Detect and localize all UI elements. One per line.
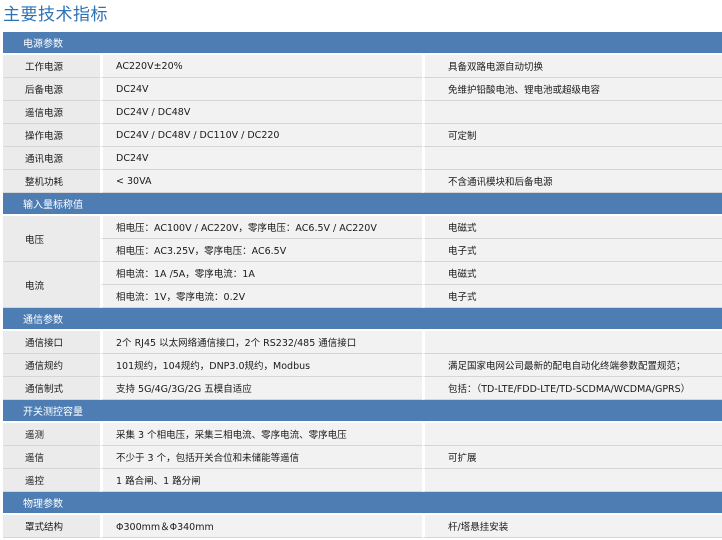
table-row: 整机功耗 < 30VA 不含通讯模块和后备电源 bbox=[3, 170, 722, 193]
table-row: 遥控 1 路合闸、1 路分闸 bbox=[3, 469, 722, 492]
table-row: 遥信电源 DC24V / DC48V bbox=[3, 101, 722, 124]
section-title: 通信参数 bbox=[3, 308, 722, 331]
table-row: 电压 相电压：AC100V / AC220V，零序电压：AC6.5V / AC2… bbox=[3, 216, 722, 262]
param-value: 101规约，104规约，DNP3.0规约，Modbus bbox=[100, 354, 422, 377]
section-title: 输入量标称值 bbox=[3, 193, 722, 216]
param-value: DC24V bbox=[100, 78, 422, 101]
param-value: 1 路合闸、1 路分闸 bbox=[100, 469, 422, 492]
param-note bbox=[422, 469, 722, 492]
param-value: < 30VA bbox=[100, 170, 422, 193]
param-value: 相电流：1A /5A，零序电流：1A bbox=[100, 262, 422, 285]
param-note: 可扩展 bbox=[422, 446, 722, 469]
table-row: 通信规约 101规约，104规约，DNP3.0规约，Modbus 满足国家电网公… bbox=[3, 354, 722, 377]
param-note: 免维护铅酸电池、锂电池或超级电容 bbox=[422, 78, 722, 101]
param-name: 整机功耗 bbox=[3, 170, 100, 193]
param-name: 通信制式 bbox=[3, 377, 100, 400]
table-row: 通讯电源 DC24V bbox=[3, 147, 722, 170]
section-header-input: 输入量标称值 bbox=[3, 193, 722, 216]
param-note: 具备双路电源自动切换 bbox=[422, 55, 722, 78]
param-name: 电压 bbox=[3, 216, 100, 262]
section-header-comm: 通信参数 bbox=[3, 308, 722, 331]
param-name: 遥信电源 bbox=[3, 101, 100, 124]
param-name: 操作电源 bbox=[3, 124, 100, 147]
param-name: 遥控 bbox=[3, 469, 100, 492]
table-row: 通信接口 2个 RJ45 以太网络通信接口，2个 RS232/485 通信接口 bbox=[3, 331, 722, 354]
table-row: 后备电源 DC24V 免维护铅酸电池、锂电池或超级电容 bbox=[3, 78, 722, 101]
table-row: 罩式结构 Φ300mm＆Φ340mm 杆/塔悬挂安装 bbox=[3, 515, 722, 538]
section-title: 电源参数 bbox=[3, 32, 722, 55]
table-row: 遥测 采集 3 个相电压，采集三相电流、零序电流、零序电压 bbox=[3, 423, 722, 446]
spec-table: 电源参数 工作电源 AC220V±20% 具备双路电源自动切换 后备电源 DC2… bbox=[3, 32, 722, 538]
table-row: 操作电源 DC24V / DC48V / DC110V / DC220 可定制 bbox=[3, 124, 722, 147]
param-note bbox=[422, 331, 722, 354]
param-name: 通信接口 bbox=[3, 331, 100, 354]
param-name: 工作电源 bbox=[3, 55, 100, 78]
table-row: 相电流：1V，零序电流：0.2V 电子式 bbox=[3, 285, 722, 308]
param-name: 遥测 bbox=[3, 423, 100, 446]
param-value: DC24V bbox=[100, 147, 422, 170]
param-note bbox=[422, 101, 722, 124]
param-note: 满足国家电网公司最新的配电自动化终端参数配置规范； bbox=[422, 354, 722, 377]
param-value: AC220V±20% bbox=[100, 55, 422, 78]
param-value: 采集 3 个相电压，采集三相电流、零序电流、零序电压 bbox=[100, 423, 422, 446]
table-row: 遥信 不少于 3 个，包括开关合位和未储能等遥信 可扩展 bbox=[3, 446, 722, 469]
param-value: 2个 RJ45 以太网络通信接口，2个 RS232/485 通信接口 bbox=[100, 331, 422, 354]
param-value: 相电压：AC100V / AC220V，零序电压：AC6.5V / AC220V bbox=[100, 216, 422, 239]
param-value: DC24V / DC48V / DC110V / DC220 bbox=[100, 124, 422, 147]
param-name: 罩式结构 bbox=[3, 515, 100, 538]
param-note: 电磁式 bbox=[422, 262, 722, 285]
param-name: 通讯电源 bbox=[3, 147, 100, 170]
param-note: 可定制 bbox=[422, 124, 722, 147]
param-name: 通信规约 bbox=[3, 354, 100, 377]
param-name: 电流 bbox=[3, 262, 100, 308]
table-row: 电流 相电流：1A /5A，零序电流：1A 电磁式 bbox=[3, 262, 722, 308]
param-value: Φ300mm＆Φ340mm bbox=[100, 515, 422, 538]
page-title: 主要技术指标 bbox=[3, 5, 108, 25]
section-title: 开关测控容量 bbox=[3, 400, 722, 423]
param-note: 包括：（TD-LTE/FDD-LTE/TD-SCDMA/WCDMA/GPRS） bbox=[422, 377, 722, 400]
section-header-power: 电源参数 bbox=[3, 32, 722, 55]
param-name: 后备电源 bbox=[3, 78, 100, 101]
table-row: 相电压：AC3.25V，零序电压：AC6.5V 电子式 bbox=[3, 239, 722, 262]
section-header-physical: 物理参数 bbox=[3, 492, 722, 515]
section-header-switch: 开关测控容量 bbox=[3, 400, 722, 423]
param-value: 不少于 3 个，包括开关合位和未储能等遥信 bbox=[100, 446, 422, 469]
param-note bbox=[422, 147, 722, 170]
param-note: 电子式 bbox=[422, 239, 722, 262]
param-value: 支持 5G/4G/3G/2G 五模自适应 bbox=[100, 377, 422, 400]
param-value: DC24V / DC48V bbox=[100, 101, 422, 124]
param-value: 相电流：1V，零序电流：0.2V bbox=[100, 285, 422, 308]
param-note bbox=[422, 423, 722, 446]
param-name: 遥信 bbox=[3, 446, 100, 469]
param-note: 电磁式 bbox=[422, 216, 722, 239]
table-row: 工作电源 AC220V±20% 具备双路电源自动切换 bbox=[3, 55, 722, 78]
param-note: 杆/塔悬挂安装 bbox=[422, 515, 722, 538]
table-row: 通信制式 支持 5G/4G/3G/2G 五模自适应 包括：（TD-LTE/FDD… bbox=[3, 377, 722, 400]
section-title: 物理参数 bbox=[3, 492, 722, 515]
param-value: 相电压：AC3.25V，零序电压：AC6.5V bbox=[100, 239, 422, 262]
param-note: 不含通讯模块和后备电源 bbox=[422, 170, 722, 193]
param-note: 电子式 bbox=[422, 285, 722, 308]
